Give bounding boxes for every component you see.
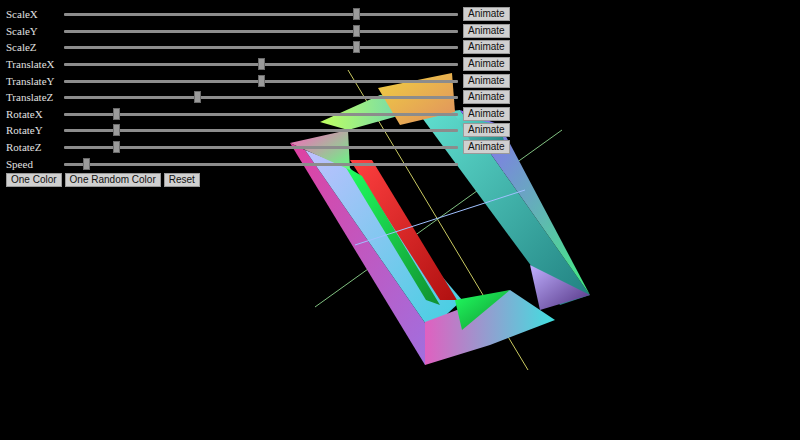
slider-label: RotateZ	[6, 141, 64, 153]
slider-label: Speed	[6, 158, 64, 170]
slider[interactable]	[64, 58, 458, 70]
animate-button[interactable]: Animate	[463, 123, 510, 137]
slider-thumb[interactable]	[353, 41, 360, 53]
slider[interactable]	[64, 75, 458, 87]
animate-button[interactable]: Animate	[463, 90, 510, 104]
shape-face	[345, 166, 440, 305]
slider-track	[64, 30, 458, 33]
slider-label: ScaleY	[6, 25, 64, 37]
slider-label: TranslateX	[6, 58, 64, 70]
slider-label: ScaleZ	[6, 41, 64, 53]
shape-face	[420, 110, 590, 305]
animate-button[interactable]: Animate	[463, 40, 510, 54]
slider-track	[64, 46, 458, 49]
slider-thumb[interactable]	[258, 58, 265, 70]
z-axis	[355, 190, 525, 245]
slider-thumb[interactable]	[83, 158, 90, 170]
slider-label: RotateY	[6, 124, 64, 136]
slider-row: ScaleZ Animate	[6, 39, 800, 56]
slider-track	[64, 96, 458, 99]
action-button[interactable]: One Random Color	[65, 173, 161, 187]
slider-thumb[interactable]	[113, 141, 120, 153]
slider[interactable]	[64, 141, 458, 153]
slider-track	[64, 146, 458, 149]
slider[interactable]	[64, 108, 458, 120]
slider-row: TranslateZ Animate	[6, 89, 800, 106]
slider[interactable]	[64, 91, 458, 103]
animate-button[interactable]: Animate	[463, 140, 510, 154]
animate-button[interactable]: Animate	[463, 74, 510, 88]
slider-thumb[interactable]	[113, 108, 120, 120]
action-button[interactable]: Reset	[164, 173, 200, 187]
slider-row: RotateZ Animate	[6, 139, 800, 156]
slider-row: ScaleX Animate	[6, 6, 800, 23]
slider-track	[64, 163, 458, 166]
animate-button[interactable]: Animate	[463, 24, 510, 38]
slider-thumb[interactable]	[353, 25, 360, 37]
animate-button[interactable]: Animate	[463, 107, 510, 121]
slider-row: TranslateX Animate	[6, 56, 800, 73]
slider-track	[64, 13, 458, 16]
animate-button[interactable]: Animate	[463, 7, 510, 21]
slider-thumb[interactable]	[194, 91, 201, 103]
animate-button[interactable]: Animate	[463, 57, 510, 71]
control-panel: ScaleX AnimateScaleY AnimateScaleZ Anima…	[0, 0, 800, 187]
slider-thumb[interactable]	[113, 124, 120, 136]
slider-row: RotateX Animate	[6, 106, 800, 123]
slider[interactable]	[64, 8, 458, 20]
slider[interactable]	[64, 158, 458, 170]
action-button[interactable]: One Color	[6, 173, 62, 187]
shape-face	[305, 150, 462, 330]
slider-label: RotateX	[6, 108, 64, 120]
slider-label: TranslateZ	[6, 91, 64, 103]
button-row: One ColorOne Random ColorReset	[6, 173, 800, 187]
slider[interactable]	[64, 41, 458, 53]
shape-face	[530, 265, 590, 310]
slider-track	[64, 129, 458, 132]
slider[interactable]	[64, 124, 458, 136]
slider-row: RotateY Animate	[6, 122, 800, 139]
slider-track	[64, 113, 458, 116]
slider-label: TranslateY	[6, 75, 64, 87]
webgl-demo: ScaleX AnimateScaleY AnimateScaleZ Anima…	[0, 0, 800, 440]
slider-thumb[interactable]	[353, 8, 360, 20]
slider-row: Speed	[6, 155, 800, 172]
shape-face	[425, 290, 555, 365]
slider-row: TranslateY Animate	[6, 72, 800, 89]
slider-row: ScaleY Animate	[6, 23, 800, 40]
shape-face	[455, 290, 510, 330]
slider[interactable]	[64, 25, 458, 37]
shape-face	[350, 160, 457, 300]
slider-thumb[interactable]	[258, 75, 265, 87]
slider-label: ScaleX	[6, 8, 64, 20]
